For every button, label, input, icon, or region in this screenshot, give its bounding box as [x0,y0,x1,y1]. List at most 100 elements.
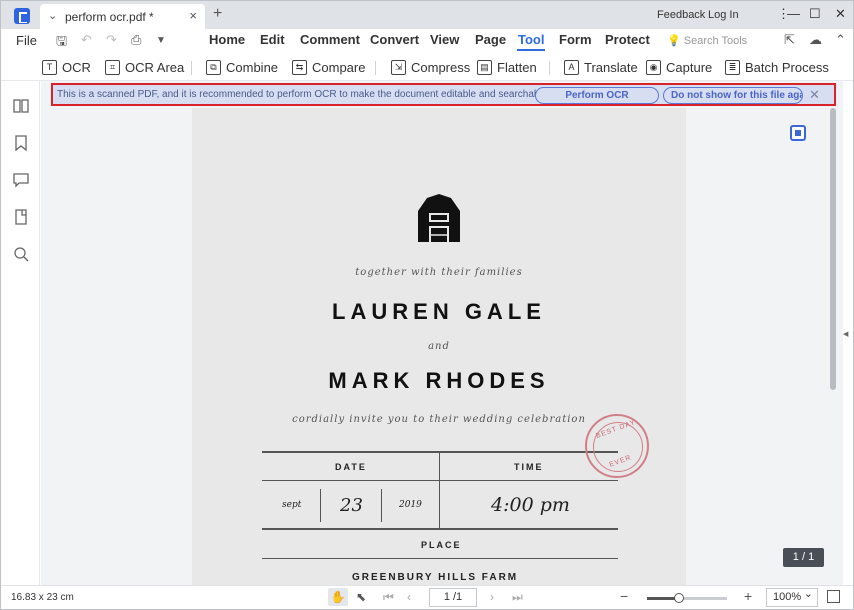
close-window-icon[interactable]: ✕ [835,6,846,22]
vertical-scrollbar[interactable] [830,108,836,390]
toolbar-divider [375,61,376,75]
menu-comment[interactable]: Comment [300,32,360,47]
bride-name: LAUREN GALE [332,299,546,324]
date-divider-1 [320,489,321,522]
hand-tool-icon[interactable]: ✋ [328,588,348,606]
prev-page-icon[interactable]: ‹ [407,590,411,604]
tab-close-icon[interactable]: × [189,8,197,23]
menu-tool[interactable]: Tool [518,32,544,47]
event-time: 4:00 pm [491,494,570,516]
lightbulb-icon: 💡 [667,35,681,47]
quick-access-dropdown-icon[interactable]: ▼ [156,35,166,46]
stamp-bottom-text: EVER [608,454,633,469]
do-not-show-button[interactable]: Do not show for this file again [663,87,803,104]
undo-icon[interactable]: ↶ [81,32,92,48]
capture-button[interactable]: ◉ Capture [646,58,712,76]
translate-label: Translate [584,59,638,75]
banner-close-icon[interactable]: ✕ [809,87,820,103]
document-tab[interactable]: ⌄ perform ocr.pdf * × [40,4,205,29]
feedback-link[interactable]: Feedback [657,9,705,21]
search-tools-placeholder: Search Tools [683,35,748,47]
bookmark-icon[interactable] [13,135,29,151]
cloud-upload-icon[interactable]: ☁ [809,32,822,48]
ocr-button[interactable]: T OCR [42,58,91,76]
date-label: DATE [335,462,367,472]
save-icon[interactable]: 🖫 [56,32,67,54]
menu-protect[interactable]: Protect [605,32,650,47]
new-tab-icon[interactable]: + [213,5,222,23]
banner-message: This is a scanned PDF, and it is recomme… [57,89,551,100]
search-tools-field[interactable]: 💡 Search Tools [667,34,747,47]
menu-convert[interactable]: Convert [370,32,419,47]
menu-home[interactable]: Home [209,32,245,47]
date-year: 2019 [399,500,422,510]
stamp-top-text: BEST DAY [595,419,637,440]
ocr-area-button[interactable]: ⌗ OCR Area [105,58,184,76]
expand-right-panel-icon[interactable]: ◀ [843,330,848,338]
compare-button[interactable]: ⇆ Compare [292,58,365,76]
ocr-area-icon: ⌗ [105,59,120,75]
print-icon[interactable]: ⎙ [131,32,141,48]
translate-icon: A [564,59,579,75]
and-word: and [428,341,450,352]
capture-icon: ◉ [646,59,661,75]
ocr-floating-icon[interactable] [790,125,806,141]
zoom-in-icon[interactable]: + [744,588,752,604]
families-line: together with their families [355,267,523,278]
perform-ocr-button[interactable]: Perform OCR [535,87,659,104]
table-bottom-rule [262,558,618,559]
translate-button[interactable]: A Translate [564,58,638,76]
flatten-button[interactable]: ▤ Flatten [477,58,537,76]
date-month: sept [282,500,302,510]
maximize-icon[interactable]: ☐ [809,6,821,22]
groom-name: MARK RHODES [328,368,550,393]
search-icon[interactable] [13,246,29,262]
fit-page-icon[interactable] [827,590,840,603]
app-logo-icon [14,8,30,24]
combine-button[interactable]: ⧉ Combine [206,58,278,76]
select-tool-icon[interactable]: ⬉ [356,590,366,604]
minimize-icon[interactable]: — [787,6,800,21]
ocr-icon: T [42,59,57,75]
best-day-stamp: BEST DAY EVER [585,414,649,478]
zoom-out-icon[interactable]: − [620,588,628,604]
share-icon[interactable]: ⇱ [784,32,795,48]
toolbar-divider [191,61,192,75]
page-counter-badge: 1 / 1 [783,548,824,567]
redo-icon[interactable]: ↷ [106,32,117,48]
flatten-icon: ▤ [477,59,492,75]
table-lower-rule [262,528,618,530]
file-menu[interactable]: File [16,33,37,48]
menu-page[interactable]: Page [475,32,506,47]
tab-dropdown-icon[interactable]: ⌄ [48,9,57,22]
collapse-ribbon-icon[interactable]: ⌃ [835,32,846,48]
table-center-divider [439,453,440,529]
attachment-icon[interactable] [13,209,29,225]
table-mid-rule [262,480,618,481]
compress-button[interactable]: ⇲ Compress [391,58,470,76]
compare-label: Compare [312,59,366,75]
login-link[interactable]: Log In [708,9,739,21]
compress-icon: ⇲ [391,59,406,75]
page-dimensions: 16.83 x 23 cm [11,592,74,603]
batch-process-button[interactable]: ≣ Batch Process [725,58,829,76]
status-bar: 16.83 x 23 cm ✋ ⬉ ⏮ ‹ 1 /1 › ⏭ − + 100% [1,585,853,609]
last-page-icon[interactable]: ⏭ [512,590,523,605]
zoom-level-select[interactable]: 100% [766,586,818,607]
tool-ribbon: T OCR ⌗ OCR Area ⧉ Combine ⇆ Compare ⇲ Compre… [1,52,853,81]
thumbnails-icon[interactable] [13,98,29,114]
first-page-icon[interactable]: ⏮ [383,590,394,605]
zoom-slider[interactable] [647,593,727,603]
place-label: PLACE [421,540,462,550]
next-page-icon[interactable]: › [490,590,494,604]
menu-bar: File 🖫 ↶ ↷ ⎙ ▼ Home Edit Comment Convert… [1,29,853,52]
menu-edit[interactable]: Edit [260,32,285,47]
page-number-input[interactable]: 1 /1 [429,588,477,607]
menu-view[interactable]: View [430,32,459,47]
ocr-notification-banner: This is a scanned PDF, and it is recomme… [51,83,836,106]
ocr-area-label: OCR Area [125,59,185,75]
comment-icon[interactable] [13,172,29,188]
tab-title: perform ocr.pdf * [65,10,154,24]
zoom-slider-handle[interactable] [674,593,684,603]
menu-form[interactable]: Form [559,32,592,47]
